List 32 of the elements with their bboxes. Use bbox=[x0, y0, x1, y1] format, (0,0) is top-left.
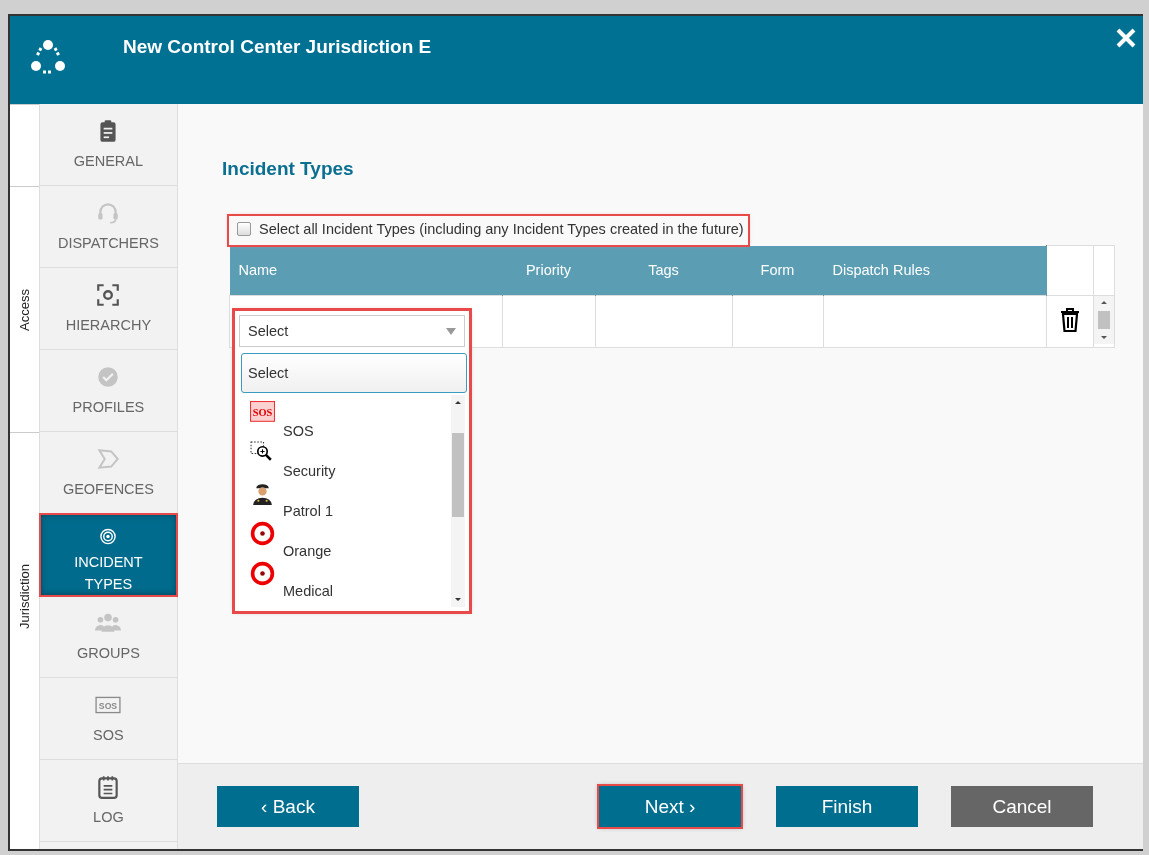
dropdown-option[interactable]: SOS SOS bbox=[239, 401, 451, 441]
section-heading: Incident Types bbox=[222, 158, 355, 180]
target-icon bbox=[250, 561, 275, 586]
sidebar-tab[interactable]: GROUPS bbox=[39, 596, 177, 678]
wizard-button[interactable]: Finish bbox=[776, 786, 918, 827]
dropdown-option[interactable]: Medical bbox=[239, 561, 451, 601]
logo-icon bbox=[29, 38, 67, 76]
column-header: Form bbox=[732, 245, 823, 296]
wizard-button[interactable]: ‹ Back bbox=[217, 786, 359, 827]
wizard-button[interactable]: Next › bbox=[599, 786, 741, 827]
name-dropdown[interactable]: Select bbox=[239, 315, 465, 347]
column-header: Tags bbox=[595, 245, 732, 296]
dropdown-option[interactable]: Patrol 1 bbox=[239, 481, 451, 521]
trash-icon[interactable] bbox=[1059, 308, 1080, 332]
scrollbar-drawing[interactable] bbox=[1093, 296, 1114, 344]
sidebar-tab[interactable]: INCIDENT TYPES bbox=[39, 514, 177, 596]
caret-icon bbox=[446, 327, 456, 335]
window-title: New Control Center Jurisdiction E bbox=[123, 36, 432, 58]
section-label: Access bbox=[16, 288, 32, 331]
column-header: Name bbox=[229, 245, 502, 296]
target-icon bbox=[250, 521, 275, 546]
column-header: Dispatch Rules bbox=[823, 245, 1046, 296]
select-all-checkbox[interactable] bbox=[237, 222, 251, 236]
dropdown-option[interactable]: Security bbox=[239, 441, 451, 481]
wizard-button[interactable]: Cancel bbox=[951, 786, 1093, 827]
select-all-label: Select all Incident Types (including any Incident Types created in the future) bbox=[259, 221, 744, 237]
dropdown-option[interactable]: Orange bbox=[239, 521, 451, 561]
officer-silhouette-icon bbox=[250, 481, 275, 506]
section-label: Jurisdiction bbox=[16, 564, 32, 629]
column-header: Priority bbox=[502, 245, 595, 296]
close-icon[interactable] bbox=[1115, 27, 1137, 49]
search-field[interactable]: Select bbox=[241, 353, 467, 393]
